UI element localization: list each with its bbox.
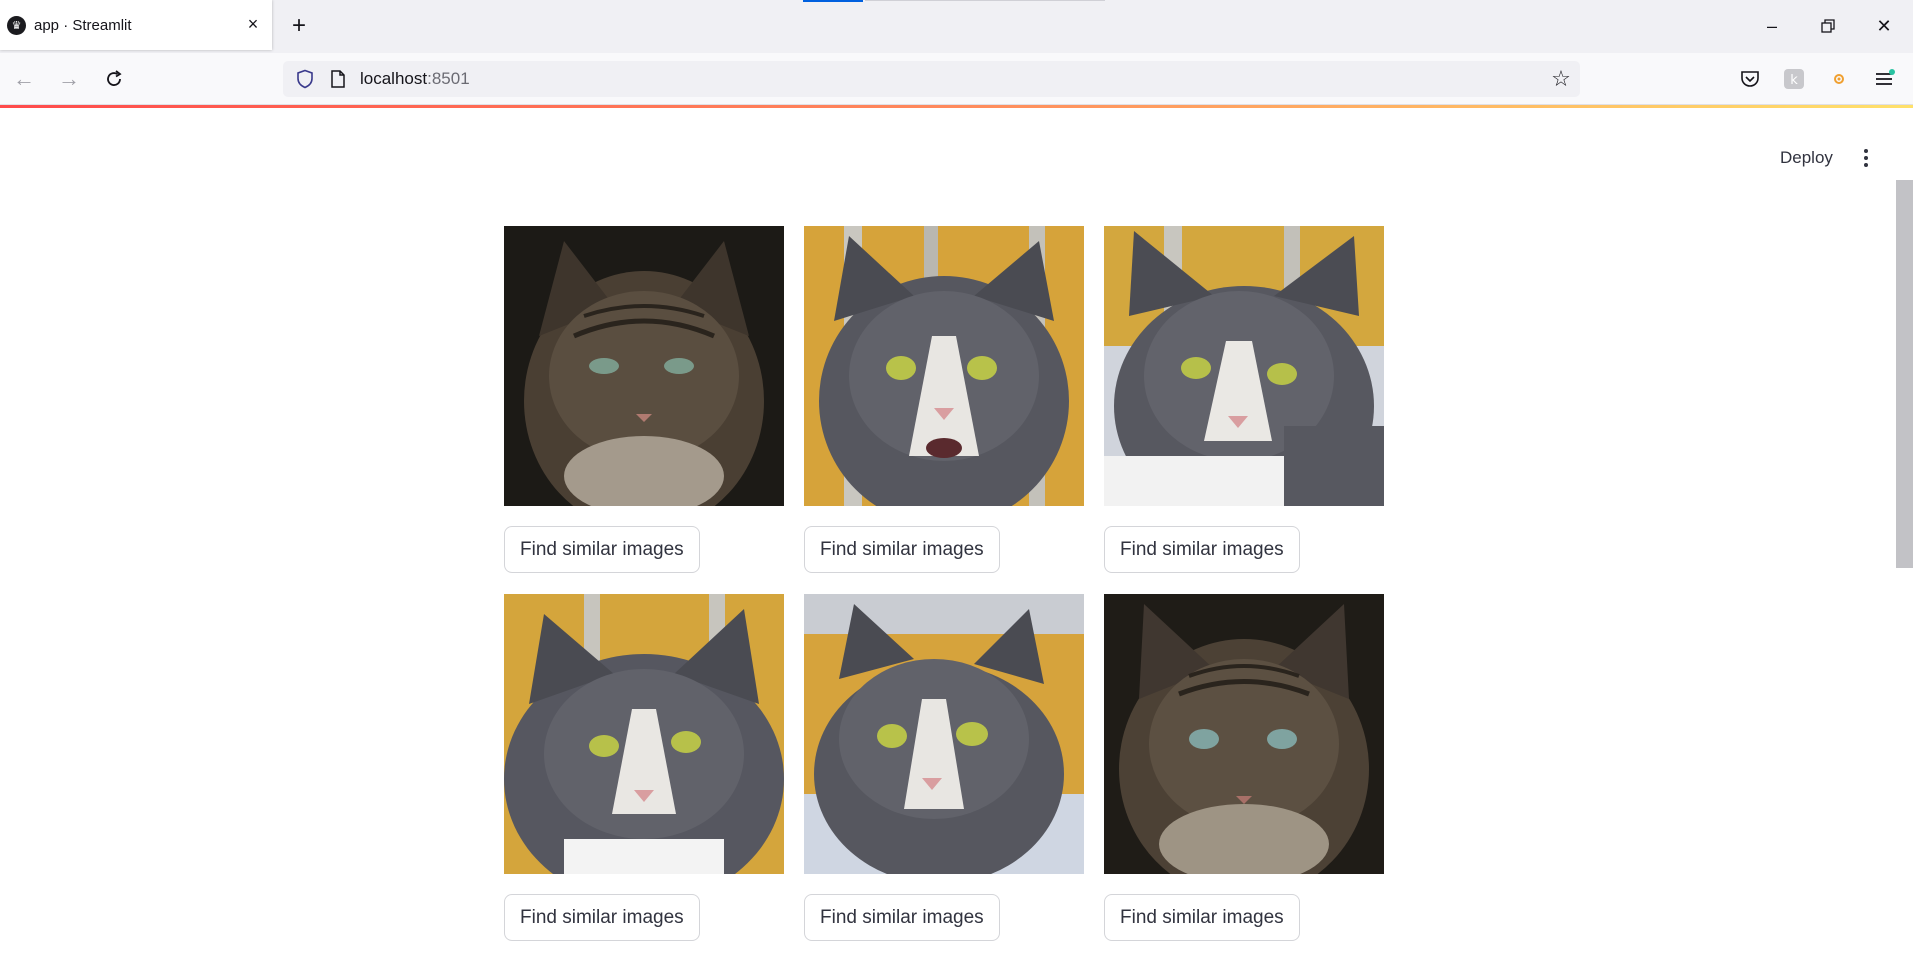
streamlit-app: Deploy Find similar images Find similar … [0,108,1913,961]
cat-image [804,594,1084,874]
shield-icon[interactable] [295,69,315,89]
url-text[interactable]: localhost:8501 [360,69,470,89]
cat-image [804,226,1084,506]
image-card: Find similar images [1104,226,1384,573]
forward-arrow-icon[interactable]: → [57,67,81,91]
new-tab-icon[interactable]: + [287,14,311,38]
extension-icon[interactable]: k [1782,67,1806,91]
url-host: localhost [360,69,428,88]
svg-text:k: k [1790,73,1798,88]
cat-image [1104,594,1384,874]
find-similar-button[interactable]: Find similar images [1104,894,1300,941]
image-card: Find similar images [504,594,784,941]
reload-icon[interactable] [102,67,126,91]
cat-image [504,594,784,874]
page-icon[interactable] [329,69,347,89]
find-similar-button[interactable]: Find similar images [804,894,1000,941]
tab-strip: ♛ app · Streamlit × + – ✕ [0,0,1913,53]
image-card: Find similar images [1104,594,1384,941]
close-tab-icon[interactable]: × [244,15,262,33]
restore-icon[interactable] [1816,14,1840,38]
cat-image [1104,226,1384,506]
image-card: Find similar images [804,594,1084,941]
streamlit-favicon-icon: ♛ [7,15,26,35]
back-arrow-icon[interactable]: ← [12,67,36,91]
find-similar-button[interactable]: Find similar images [1104,526,1300,573]
main-menu-icon[interactable] [1854,140,1878,176]
browser-window: ♛ app · Streamlit × + – ✕ ← → localhost:… [0,0,1913,961]
browser-tab[interactable]: ♛ app · Streamlit × [0,0,272,50]
bookmark-star-icon[interactable]: ☆ [1550,68,1572,90]
scrollbar-thumb[interactable] [1896,180,1913,568]
cat-image [504,226,784,506]
find-similar-button[interactable]: Find similar images [804,526,1000,573]
tab-overflow-indicator [803,0,863,2]
find-similar-button[interactable]: Find similar images [504,526,700,573]
find-similar-button[interactable]: Find similar images [504,894,700,941]
deploy-button[interactable]: Deploy [1766,140,1847,176]
extension-dot-icon[interactable] [1827,67,1851,91]
image-card: Find similar images [804,226,1084,573]
menu-icon[interactable] [1872,67,1896,91]
image-card: Find similar images [504,226,784,573]
url-port: :8501 [427,69,470,88]
pocket-icon[interactable] [1738,67,1762,91]
scrollbar[interactable] [1893,180,1913,961]
navigation-bar: ← → localhost:8501 ☆ k [0,53,1913,105]
tab-title: app · Streamlit [34,16,132,34]
url-bar[interactable]: localhost:8501 ☆ [283,61,1580,97]
tab-overflow-track [865,0,1105,1]
minimize-icon[interactable]: – [1760,14,1784,38]
close-window-icon[interactable]: ✕ [1872,14,1896,38]
